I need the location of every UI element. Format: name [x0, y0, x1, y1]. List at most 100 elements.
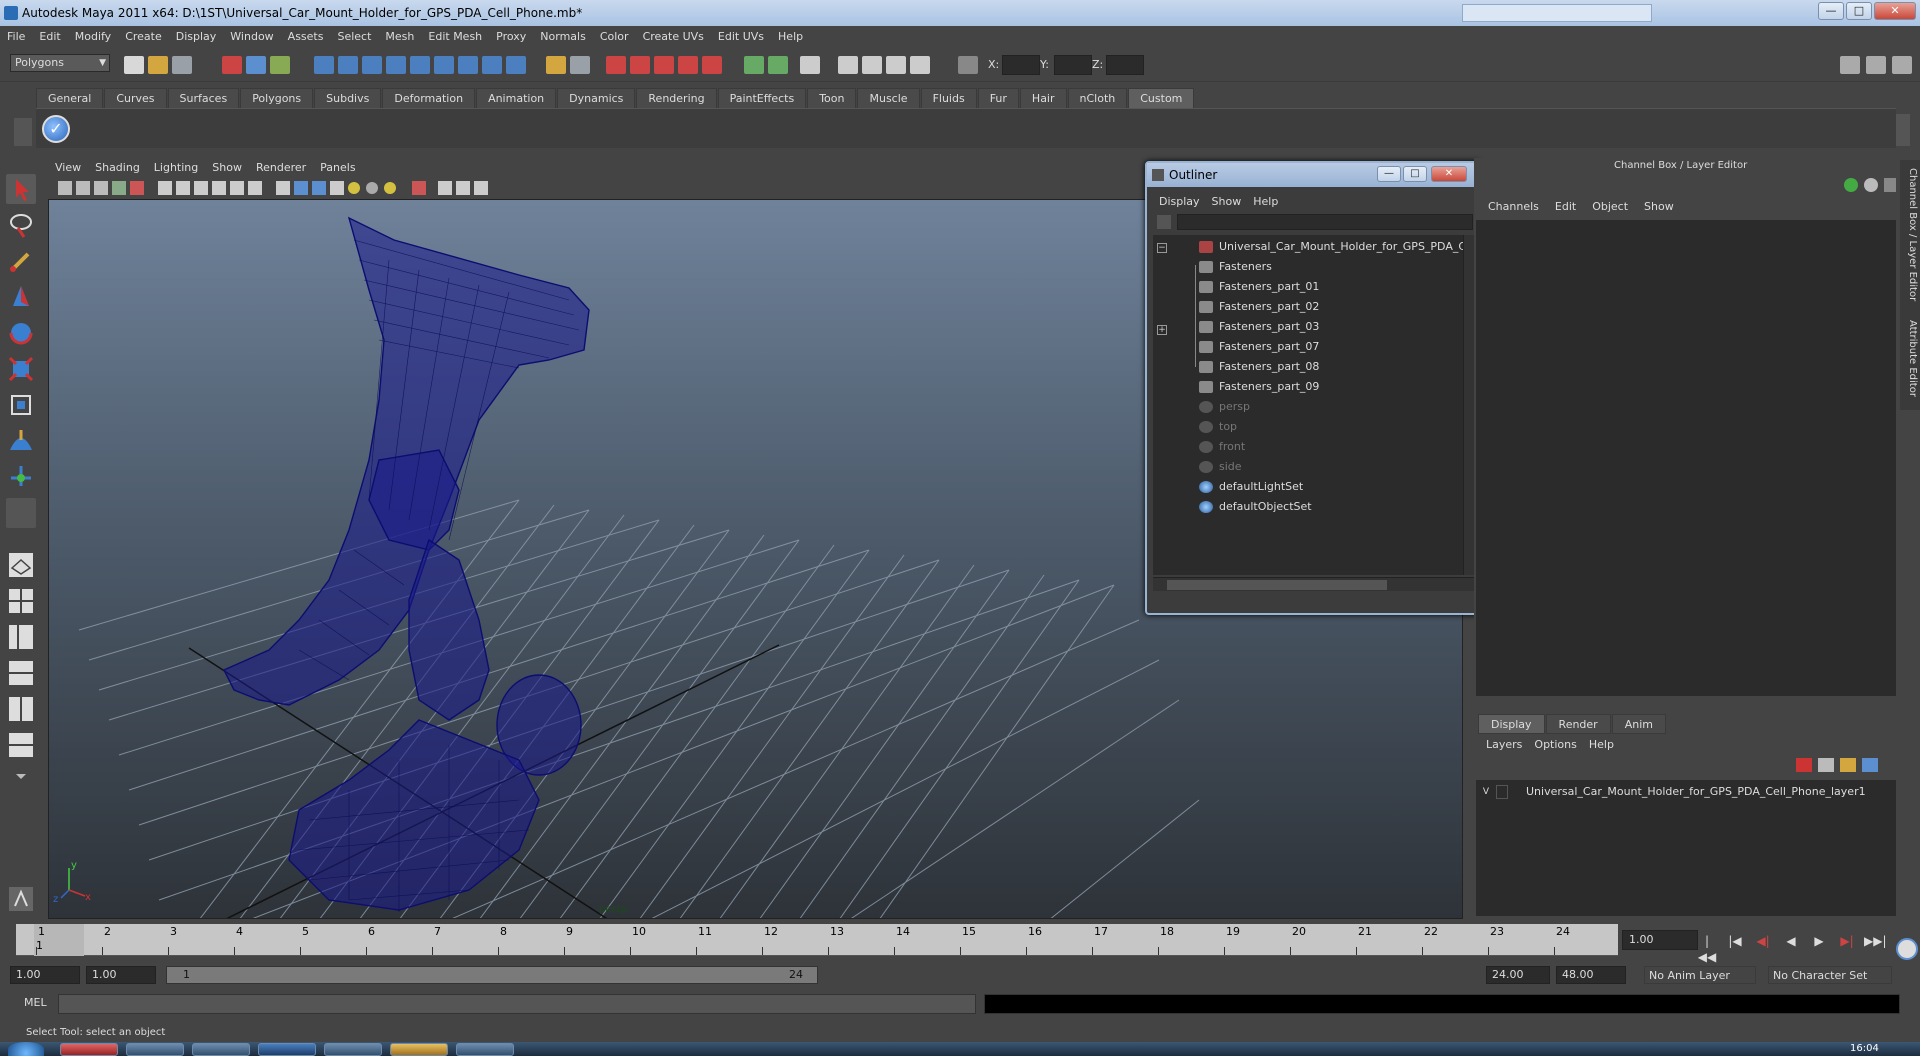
ipr-render-icon[interactable]	[862, 56, 882, 74]
output-ops-icon[interactable]	[768, 56, 788, 74]
outliner-minimize-button[interactable]: —	[1377, 166, 1401, 182]
menu-file[interactable]: File	[0, 26, 32, 48]
side-tab-channel-box[interactable]: Channel Box / Layer Editor	[1902, 168, 1918, 308]
channel-menu-show[interactable]: Show	[1636, 198, 1682, 216]
outliner-filter-input[interactable]	[1177, 214, 1473, 230]
textured-icon[interactable]	[330, 181, 344, 195]
grid-toggle-icon[interactable]	[158, 181, 172, 195]
outliner-node-fasteners[interactable]: Fasteners	[1199, 257, 1272, 277]
shelf-tab-painteffects[interactable]: PaintEffects	[717, 88, 807, 108]
outliner-node-fasteners-part-01[interactable]: Fasteners_part_01	[1199, 277, 1319, 297]
step-back-key-button[interactable]: |◀	[1724, 933, 1746, 949]
absolute-transform-icon[interactable]	[958, 56, 978, 74]
create-layer-icon[interactable]	[1818, 758, 1834, 772]
viewport-menu-lighting[interactable]: Lighting	[147, 158, 205, 178]
grease-pencil-icon[interactable]	[130, 181, 144, 195]
persp-outliner-layout-icon[interactable]	[6, 622, 36, 652]
shelf-tab-general[interactable]: General	[36, 88, 104, 108]
go-to-end-button[interactable]: ▶▶|	[1864, 933, 1887, 949]
select-surface-mask-icon[interactable]	[386, 56, 406, 74]
outliner-node-default-light-set[interactable]: defaultLightSet	[1199, 477, 1303, 497]
layout-dropdown-icon[interactable]	[6, 766, 36, 784]
shelf-scroll-icon[interactable]	[1896, 114, 1910, 146]
xray-icon[interactable]	[438, 181, 452, 195]
wireframe-shading-icon[interactable]	[276, 181, 290, 195]
menu-help[interactable]: Help	[771, 26, 810, 48]
outliner-node-persp[interactable]: persp	[1199, 397, 1250, 417]
hud-icon[interactable]	[474, 181, 488, 195]
outliner-title-bar[interactable]: Outliner — □ ✕	[1147, 163, 1479, 187]
select-joint-mask-icon[interactable]	[338, 56, 358, 74]
shelf-tab-hair[interactable]: Hair	[1019, 88, 1067, 108]
shelf-tab-surfaces[interactable]: Surfaces	[167, 88, 240, 108]
shelf-tab-ncloth[interactable]: nCloth	[1067, 88, 1128, 108]
menu-set-select[interactable]: Polygons ▼	[10, 54, 110, 72]
select-misc-mask-icon[interactable]	[482, 56, 502, 74]
close-button[interactable]: ✕	[1874, 2, 1916, 20]
open-scene-icon[interactable]	[148, 56, 168, 74]
outliner-close-button[interactable]: ✕	[1431, 166, 1467, 182]
shelf-tab-subdivs[interactable]: Subdivs	[314, 88, 382, 108]
step-forward-frame-button[interactable]: ▶|	[1836, 933, 1858, 949]
side-tab-attribute-editor[interactable]: Attribute Editor	[1902, 320, 1918, 410]
layer-sort-icon[interactable]	[1862, 758, 1878, 772]
outliner-node-fasteners-part-07[interactable]: Fasteners_part_07	[1199, 337, 1319, 357]
construction-history-icon[interactable]	[800, 56, 820, 74]
viewport-menu-panels[interactable]: Panels	[313, 158, 362, 178]
viewport-menu-renderer[interactable]: Renderer	[249, 158, 313, 178]
layer-type-toggle[interactable]	[1496, 785, 1508, 799]
menu-mesh[interactable]: Mesh	[378, 26, 421, 48]
outliner-node-fasteners-part-09[interactable]: Fasteners_part_09	[1199, 377, 1319, 397]
shelf-tab-custom[interactable]: Custom	[1128, 88, 1195, 108]
menu-edit[interactable]: Edit	[32, 26, 67, 48]
snap-point-icon[interactable]	[654, 56, 674, 74]
move-tool-icon[interactable]	[6, 282, 36, 312]
select-curve-mask-icon[interactable]	[362, 56, 382, 74]
collapse-icon[interactable]: −	[1157, 243, 1167, 253]
range-slider[interactable]: 1 24	[166, 966, 818, 984]
highlight-selection-icon[interactable]	[570, 56, 590, 74]
play-backwards-button[interactable]: ◀	[1780, 933, 1802, 949]
channel-box-pin-icon[interactable]	[1884, 178, 1896, 192]
viewport-menu-shading[interactable]: Shading	[88, 158, 147, 178]
layer-visibility-toggle[interactable]: V	[1480, 785, 1492, 799]
outliner-horizontal-scrollbar[interactable]	[1153, 577, 1475, 591]
channel-menu-channels[interactable]: Channels	[1480, 198, 1547, 216]
channel-box-layer-toggle-icon[interactable]	[1864, 178, 1878, 192]
go-to-start-button[interactable]: |◀◀	[1696, 933, 1718, 964]
shelf-tab-rendering[interactable]: Rendering	[636, 88, 717, 108]
expand-icon[interactable]: +	[1157, 325, 1167, 335]
show-channel-box-icon[interactable]	[1892, 56, 1912, 74]
taskbar-app-3[interactable]	[324, 1043, 382, 1056]
lasso-tool-icon[interactable]	[6, 210, 36, 240]
menu-assets[interactable]: Assets	[281, 26, 331, 48]
taskbar-explorer[interactable]	[390, 1043, 448, 1056]
menu-proxy[interactable]: Proxy	[489, 26, 533, 48]
snap-grid-icon[interactable]	[606, 56, 626, 74]
film-gate-icon[interactable]	[176, 181, 190, 195]
time-slider[interactable]: 1 1 2 3 4 5 6 7 8 9 10 11 12 13 14 15 16 17 18 19 20 21 22 23 2…	[16, 924, 1618, 956]
playback-start-field[interactable]: 1.00	[86, 966, 156, 984]
paint-select-tool-icon[interactable]	[6, 246, 36, 276]
graph-editor-layout-icon[interactable]	[6, 730, 36, 760]
mel-input[interactable]	[58, 994, 976, 1014]
character-set-select[interactable]: No Character Set	[1768, 966, 1892, 984]
wireframe-on-shaded-icon[interactable]	[312, 181, 326, 195]
render-settings-icon[interactable]	[886, 56, 906, 74]
anim-layer-select[interactable]: No Anim Layer	[1644, 966, 1756, 984]
lock-selection-icon[interactable]	[546, 56, 566, 74]
current-frame-field[interactable]: 1.00	[1622, 930, 1698, 950]
layer-tab-render[interactable]: Render	[1545, 714, 1611, 734]
show-hide-toolbox-icon[interactable]	[6, 884, 36, 914]
layer-color-swatch[interactable]	[1512, 785, 1522, 799]
image-plane-icon[interactable]	[94, 181, 108, 195]
rotate-tool-icon[interactable]	[6, 318, 36, 348]
soft-mod-tool-icon[interactable]	[6, 426, 36, 456]
animation-end-field[interactable]: 48.00	[1556, 966, 1626, 984]
all-lights-icon[interactable]	[366, 182, 378, 194]
save-scene-icon[interactable]	[172, 56, 192, 74]
make-live-icon[interactable]	[702, 56, 722, 74]
layer-row[interactable]: V Universal_Car_Mount_Holder_for_GPS_PDA_…	[1480, 782, 1892, 802]
shadows-icon[interactable]	[384, 182, 396, 194]
start-button[interactable]	[8, 1042, 44, 1056]
